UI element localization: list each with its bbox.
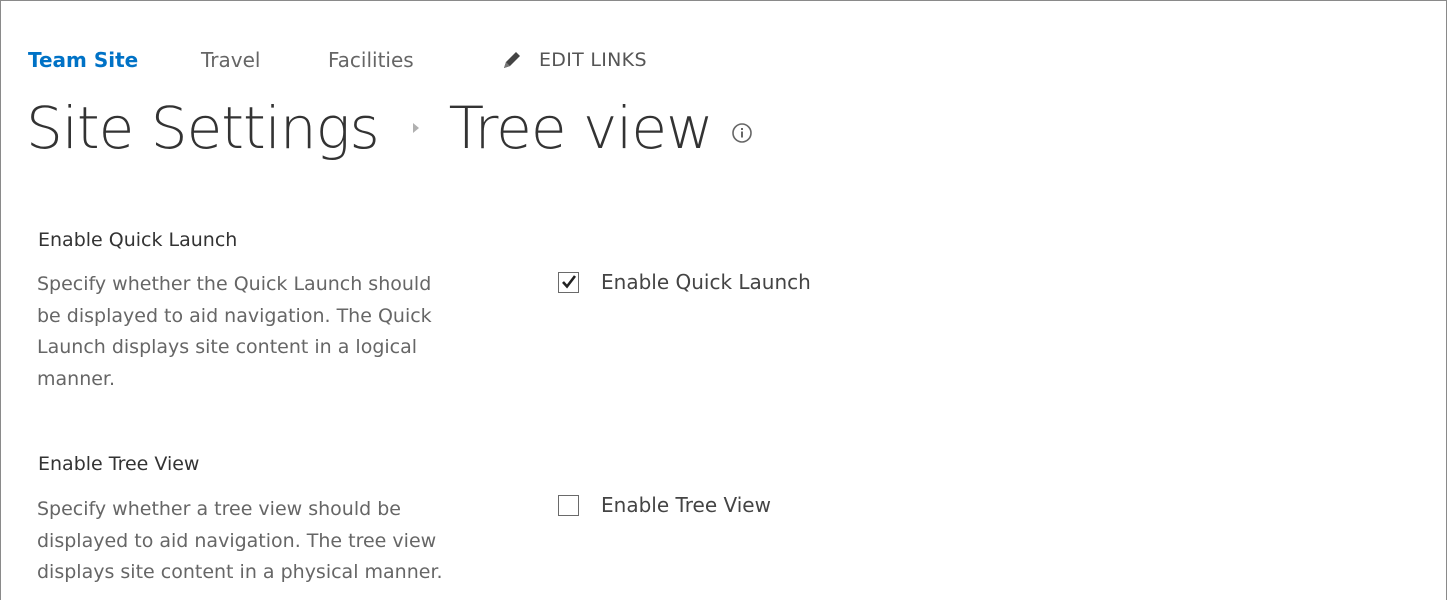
enable-tree-view-option[interactable]: Enable Tree View <box>558 493 771 517</box>
enable-quick-launch-checkbox[interactable] <box>558 271 579 293</box>
enable-quick-launch-label[interactable]: Enable Quick Launch <box>601 270 811 294</box>
page-title: Site Settings Tree view <box>26 88 753 168</box>
pencil-icon <box>500 48 524 72</box>
section-title-tree-view: Enable Tree View <box>38 453 200 475</box>
section-title-quick-launch: Enable Quick Launch <box>38 229 238 251</box>
description-line: Specify whether a tree view should be <box>37 498 401 520</box>
section-description-quick-launch: Specify whether the Quick Launch should … <box>37 269 467 395</box>
checkmark-icon <box>562 274 577 289</box>
info-icon[interactable] <box>731 122 753 144</box>
section-description-tree-view: Specify whether a tree view should be di… <box>37 494 467 589</box>
nav-link-facilities[interactable]: Facilities <box>328 48 414 72</box>
description-line: be displayed to aid navigation. The Quic… <box>37 304 432 327</box>
nav-link-travel[interactable]: Travel <box>201 48 260 72</box>
description-line: manner. <box>37 367 116 390</box>
edit-links-label: EDIT LINKS <box>539 49 647 71</box>
edit-links-button[interactable]: EDIT LINKS <box>500 48 647 72</box>
breadcrumb-separator-icon <box>412 123 419 133</box>
description-line: Launch displays site content in a logica… <box>37 336 418 358</box>
enable-tree-view-checkbox[interactable] <box>558 494 579 516</box>
description-line: Specify whether the Quick Launch should <box>37 273 432 295</box>
description-line: displays site content in a physical mann… <box>37 561 443 583</box>
nav-link-team-site[interactable]: Team Site <box>28 48 138 72</box>
enable-quick-launch-option[interactable]: Enable Quick Launch <box>558 270 811 294</box>
breadcrumb-current-page: Tree view <box>448 94 714 162</box>
enable-tree-view-label[interactable]: Enable Tree View <box>601 493 771 517</box>
breadcrumb-site-settings[interactable]: Site Settings <box>26 94 380 162</box>
description-line: displayed to aid navigation. The tree vi… <box>37 529 437 552</box>
